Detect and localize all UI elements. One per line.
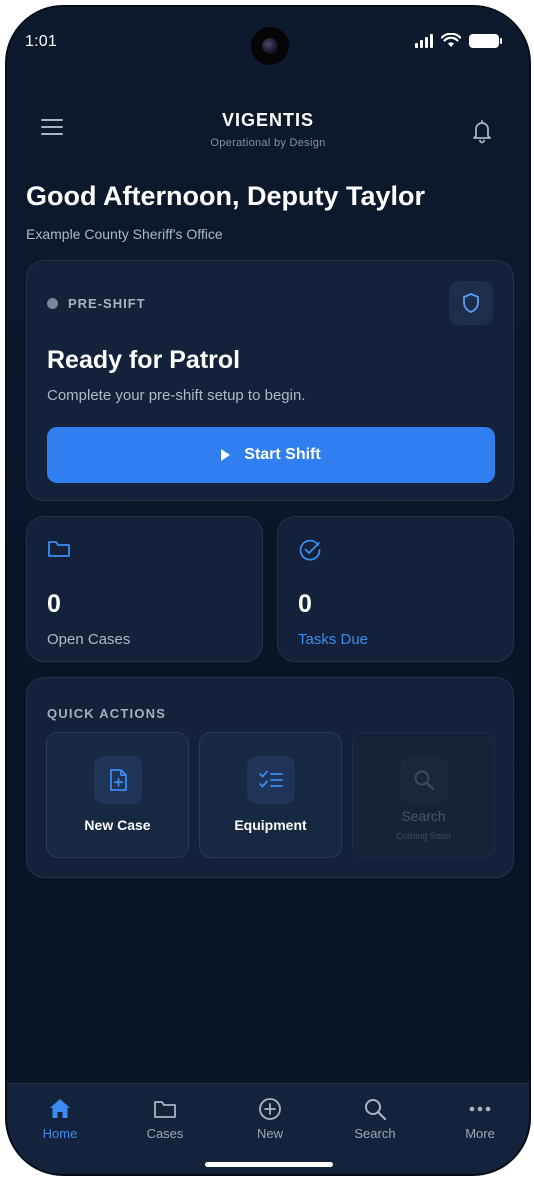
shift-title: Ready for Patrol bbox=[47, 346, 241, 374]
office-name: Example County Sheriff's Office bbox=[26, 226, 223, 242]
folder-icon bbox=[47, 538, 71, 565]
nav-item-new[interactable]: New bbox=[225, 1096, 315, 1146]
quick-actions-card: QUICK ACTIONS New Case Equipment Search … bbox=[26, 677, 514, 878]
app-header: VIGENTIS Operational by Design bbox=[7, 102, 529, 162]
open-cases-label: Open Cases bbox=[47, 631, 131, 648]
plus-circle-icon bbox=[259, 1098, 281, 1120]
status-dot bbox=[47, 298, 58, 309]
nav-item-search[interactable]: Search bbox=[330, 1096, 420, 1146]
check-circle-icon bbox=[298, 538, 322, 567]
folder-icon bbox=[154, 1101, 176, 1118]
home-icon bbox=[50, 1099, 70, 1118]
checklist-icon bbox=[247, 756, 295, 804]
new-case-button[interactable]: New Case bbox=[46, 732, 189, 858]
file-plus-icon bbox=[94, 756, 142, 804]
status-bar: 1:01 bbox=[7, 7, 529, 67]
more-dots-icon bbox=[469, 1106, 491, 1112]
bell-icon[interactable] bbox=[465, 114, 499, 148]
battery-icon bbox=[469, 33, 502, 48]
nav-label-search: Search bbox=[354, 1126, 396, 1141]
tasks-due-card[interactable]: 0 Tasks Due bbox=[277, 516, 514, 662]
nav-label-cases: Cases bbox=[146, 1126, 184, 1141]
search-icon bbox=[400, 756, 448, 804]
tasks-due-value: 0 bbox=[298, 590, 312, 618]
search-icon bbox=[365, 1099, 387, 1121]
search-action-disabled: Search Coming Soon bbox=[352, 732, 495, 858]
nav-label-home: Home bbox=[42, 1126, 78, 1141]
quick-actions-heading: QUICK ACTIONS bbox=[47, 706, 167, 721]
phone-screen: 1:01 VIGENTIS Operational by Design Good… bbox=[5, 5, 531, 1176]
shift-card: PRE-SHIFT Ready for Patrol Complete your… bbox=[26, 260, 514, 501]
nav-label-new: New bbox=[256, 1126, 283, 1141]
wifi-icon bbox=[441, 33, 461, 47]
equipment-button[interactable]: Equipment bbox=[199, 732, 342, 858]
signal-icon bbox=[415, 33, 433, 48]
coming-soon-label: Coming Soon bbox=[396, 831, 451, 841]
home-indicator bbox=[205, 1162, 333, 1167]
start-shift-button[interactable]: Start Shift bbox=[47, 427, 495, 483]
open-cases-value: 0 bbox=[47, 590, 61, 618]
open-cases-card[interactable]: 0 Open Cases bbox=[26, 516, 263, 662]
nav-item-more[interactable]: More bbox=[435, 1096, 525, 1146]
greeting-heading: Good Afternoon, Deputy Taylor bbox=[26, 181, 425, 211]
shield-icon bbox=[449, 281, 493, 325]
nav-label-more: More bbox=[465, 1126, 495, 1141]
shift-status: PRE-SHIFT bbox=[47, 296, 146, 311]
app-title: VIGENTIS bbox=[221, 110, 314, 130]
tasks-due-label: Tasks Due bbox=[298, 631, 369, 648]
nav-item-home[interactable]: Home bbox=[15, 1096, 105, 1146]
search-action-label: Search bbox=[401, 808, 446, 824]
front-camera bbox=[251, 27, 289, 65]
equipment-label: Equipment bbox=[234, 817, 307, 833]
play-icon bbox=[221, 449, 231, 461]
nav-item-cases[interactable]: Cases bbox=[120, 1096, 210, 1146]
status-icons bbox=[415, 33, 502, 48]
app-subtitle: Operational by Design bbox=[210, 137, 326, 149]
shift-status-label: PRE-SHIFT bbox=[68, 296, 146, 311]
shift-subtitle: Complete your pre-shift setup to begin. bbox=[47, 387, 306, 404]
new-case-label: New Case bbox=[84, 817, 151, 833]
start-shift-label: Start Shift bbox=[244, 446, 321, 463]
status-time: 1:01 bbox=[25, 33, 57, 50]
